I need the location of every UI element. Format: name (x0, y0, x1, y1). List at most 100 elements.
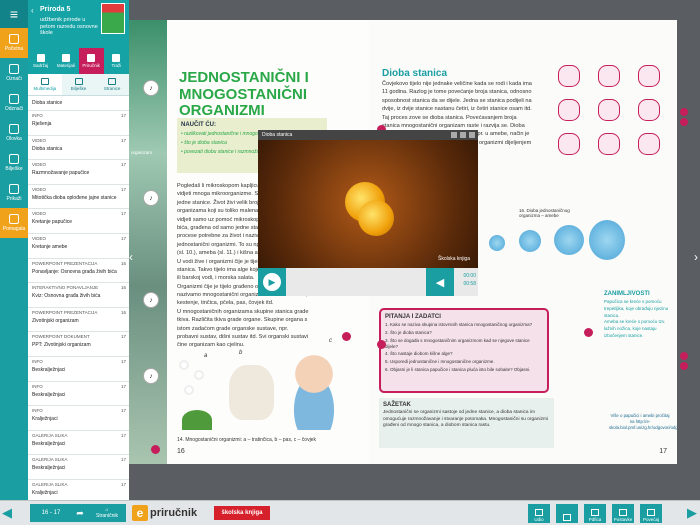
side-marker-icon[interactable] (680, 352, 688, 360)
list-item[interactable]: INTERAKTIVNO PONAVLJANJE 16 Kviz: Osnovna … (28, 283, 129, 308)
tab-materijali[interactable]: Materijali (53, 48, 78, 74)
entry-type: GALERIJA SLIKA (32, 481, 68, 487)
cell-blob (589, 220, 625, 260)
tab-multimedija[interactable]: Multimedija (28, 74, 62, 95)
prev-page-arrow-icon[interactable]: ‹ (129, 250, 133, 264)
entry-page: 17 (120, 457, 126, 463)
maximize-icon[interactable] (460, 132, 466, 138)
prev-arrow-icon[interactable]: ◀ (2, 505, 12, 521)
rail-item-olovka[interactable]: Olovka (0, 118, 28, 148)
entry-page: 16 (120, 285, 126, 291)
entry-title: Kralježnjaci (32, 416, 58, 423)
summary-box: SAŽETAK Jednostanični se organizmi sasto… (379, 398, 554, 448)
udio-button[interactable]: Udio (528, 504, 550, 523)
cell-shape (598, 133, 620, 155)
video-frame[interactable]: Školska knjiga (258, 140, 478, 268)
rail-item-oznaci[interactable]: Označi (0, 58, 28, 88)
next-page-arrow-icon[interactable]: › (694, 250, 698, 264)
media-marker-icon[interactable] (342, 332, 351, 341)
settings-button[interactable]: Postavke (612, 504, 634, 523)
entry-type: INFO (32, 408, 43, 414)
play-button[interactable]: ▶ (258, 268, 286, 296)
entry-title: Dioba stanica (32, 145, 63, 152)
question-item: 1. Kako se naziva skupina istovrsnih sta… (385, 322, 533, 327)
volume-button[interactable]: ◀ (426, 268, 454, 296)
pdf-button[interactable]: Pdfica (584, 504, 606, 523)
rail-item-pomagala[interactable]: Pomagala (0, 208, 28, 238)
external-link-text[interactable]: Više o papučici i amebi pročitaj na http… (609, 413, 677, 431)
entry-title: Rješenja (32, 121, 52, 127)
bookmark-button[interactable]: ⌂ Straničnik (88, 504, 126, 522)
entry-type: INFO (32, 358, 43, 364)
media-marker-icon[interactable] (377, 340, 386, 349)
entry-type: POWERPOINT PREZENTACIJA (32, 309, 98, 315)
video-player: Dioba stanica Školska knjiga ▶ ◀ 00:00 0… (258, 130, 478, 296)
list-item[interactable]: INFO 17 Beskralježnjaci (28, 357, 129, 382)
list-item[interactable]: POWERPOINT PREZENTACIJA 16 Životinjski org… (28, 308, 129, 333)
media-marker-icon[interactable] (584, 328, 593, 337)
minimize-icon[interactable] (451, 132, 457, 138)
audio-icon[interactable]: ♪ (143, 292, 159, 308)
question-item: 5. Usporedi jednostanične i mnogostaničn… (385, 359, 495, 365)
facts-title: ZANIMLJIVOSTI (604, 291, 650, 297)
flower-shape (184, 385, 194, 395)
bottom-toolbar: ◀ 16 - 17 ➦ ⌂ Straničnik e priručnik škol… (0, 500, 700, 525)
list-item[interactable]: GALERIJA SLIKA 17 Kralježnjaci (28, 480, 129, 500)
rail-item-odznaci[interactable]: Odznači (0, 88, 28, 118)
side-marker-icon[interactable] (680, 362, 688, 370)
cell-shape (558, 133, 580, 155)
list-item[interactable]: Dioba stanice (28, 97, 129, 111)
tab-sadrzaj[interactable]: Sadržaj (28, 48, 53, 74)
media-marker-icon[interactable] (151, 445, 160, 454)
pencil-icon (9, 124, 19, 134)
close-icon[interactable] (469, 132, 475, 138)
list-item[interactable]: VIDEO 17 Kretanje papučice (28, 209, 129, 234)
rail-item-pocetna[interactable]: Početna (0, 28, 28, 58)
share-button[interactable]: ➦ (72, 504, 88, 522)
list-item[interactable]: POWERPOINT PREZENTACIJA 16 Ponavljanje: Os… (28, 259, 129, 284)
rail-item-biljeske[interactable]: Bilješke (0, 148, 28, 178)
list-item[interactable]: VIDEO 17 Dioba stanica (28, 136, 129, 161)
note-icon (74, 78, 83, 85)
share-icon: ➦ (76, 507, 84, 518)
book-title: Priroda 5 (40, 6, 71, 13)
entry-type: VIDEO (32, 162, 47, 168)
paragraph: U mnogostaničnih organizama skupine stan… (177, 308, 309, 349)
tab-stranice[interactable]: Stranice (95, 74, 129, 95)
list-item[interactable]: INFO 17 Rješenja (28, 111, 129, 136)
side-marker-icon[interactable] (680, 108, 688, 116)
list-item[interactable]: POWERPOINT DOKUMENT 17 PPT: Životinjski or… (28, 332, 129, 357)
tab-biljeske[interactable]: Bilješke (62, 74, 96, 95)
view-button[interactable] (556, 504, 578, 523)
entry-title: Kviz: Osnovna građa živih bića (32, 293, 101, 300)
list-item[interactable]: VIDEO 17 Mitotička dioba oplođene jajne st… (28, 185, 129, 210)
entry-page: 17 (120, 408, 126, 414)
video-title: Dioba stanica (262, 132, 293, 138)
video-time: 00:00 00:58 (463, 272, 476, 288)
book-header: ‹ Priroda 5 udžbenik prirode u petom raz… (28, 0, 129, 48)
tab-trazi[interactable]: Traži (104, 48, 129, 74)
next-arrow-icon[interactable]: ▶ (687, 505, 697, 521)
audio-icon[interactable]: ♪ (143, 368, 159, 384)
list-item[interactable]: GALERIJA SLIKA 17 Beskralježnjaci (28, 455, 129, 480)
zoom-button[interactable]: Povećaj (640, 504, 662, 523)
materials-icon (61, 54, 70, 62)
rail-item-prikazi[interactable]: Prikaži (0, 178, 28, 208)
rail-label: Označi (6, 76, 22, 82)
list-item[interactable]: INFO 17 Beskralježnjaci (28, 382, 129, 407)
menu-button[interactable]: ≡ (0, 0, 28, 28)
figure-label: c (329, 338, 332, 344)
list-item[interactable]: VIDEO 17 Kretanje amebe (28, 234, 129, 259)
audio-icon[interactable]: ♪ (143, 190, 159, 206)
list-item[interactable]: GALERIJA SLIKA 17 Beskralježnjaci (28, 431, 129, 456)
audio-icon[interactable]: ♪ (143, 80, 159, 96)
gear-icon (619, 509, 627, 516)
entry-page: 17 (120, 162, 126, 168)
page-indicator[interactable]: 16 - 17 (30, 504, 72, 522)
list-item[interactable]: VIDEO 17 Razmnožavanje papučice (28, 160, 129, 185)
back-arrow-icon[interactable]: ‹ (31, 6, 34, 15)
side-marker-icon[interactable] (680, 118, 688, 126)
tab-prirucnik[interactable]: Priručnik (78, 48, 104, 74)
question-item: 2. Što je dioba stanica? (385, 329, 432, 335)
list-item[interactable]: INFO 17 Kralježnjaci (28, 406, 129, 431)
